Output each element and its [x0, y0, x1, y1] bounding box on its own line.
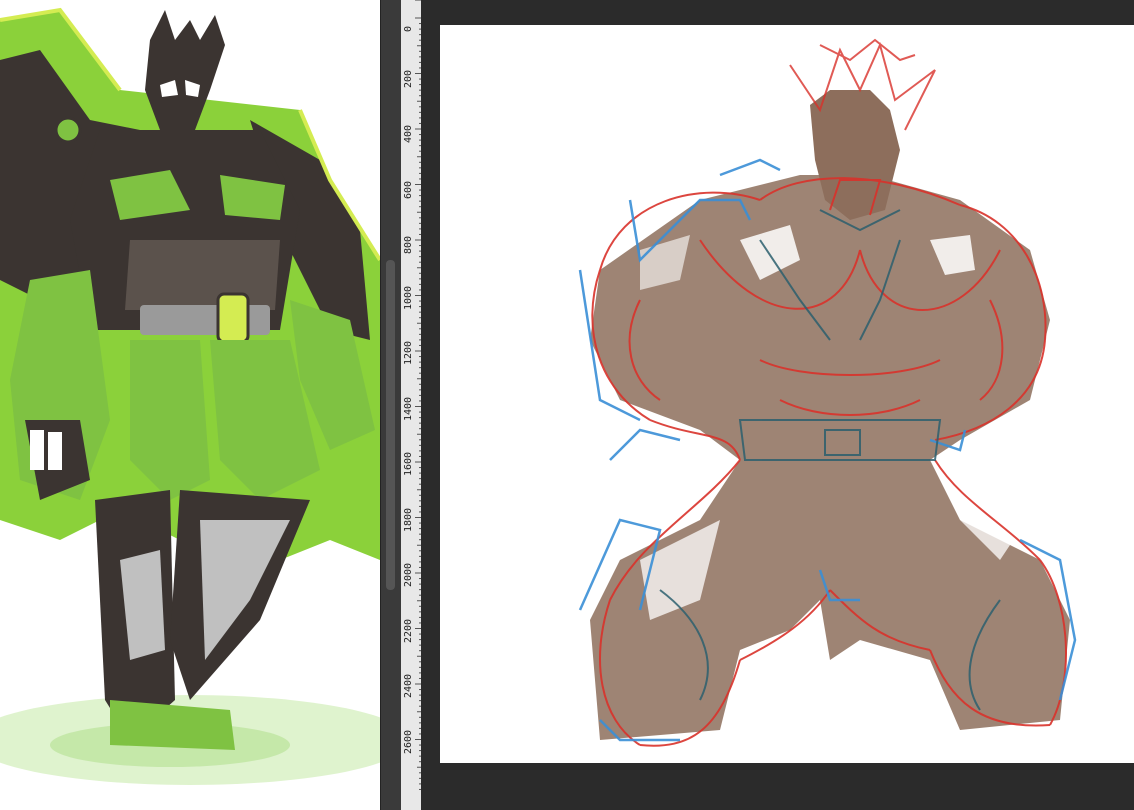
sketch-drawing	[578, 38, 1077, 747]
ruler-tick-label: 200	[403, 69, 414, 88]
reference-image-panel	[0, 0, 380, 810]
ruler-tick-label: 0	[403, 25, 414, 32]
drawing-canvas[interactable]	[440, 25, 1134, 763]
ruler-tick-label: 1400	[403, 396, 414, 421]
canvas-workspace[interactable]	[421, 0, 1134, 810]
ruler-tick-label: 800	[403, 235, 414, 254]
ruler-tick-label: 1000	[403, 285, 414, 310]
ruler-tick-label: 1800	[403, 507, 414, 532]
ruler-tick-label: 2200	[403, 618, 414, 643]
ruler-tick-label: 400	[403, 124, 414, 143]
ruler-tick-label: 2600	[403, 729, 414, 754]
splitter-handle[interactable]	[386, 260, 395, 590]
ruler-tick-label: 600	[403, 180, 414, 199]
reference-character-illustration	[0, 7, 380, 785]
ruler-tick-label: 1200	[403, 340, 414, 365]
ruler-tick-label: 2400	[403, 673, 414, 698]
vertical-ruler: 0 200 400 600 800 1000 1200 1400 1600 1800 2000 220…	[401, 0, 422, 810]
ruler-tick-label: 1600	[403, 451, 414, 476]
pane-splitter[interactable]	[380, 0, 402, 810]
ruler-tick-label: 2000	[403, 562, 414, 587]
